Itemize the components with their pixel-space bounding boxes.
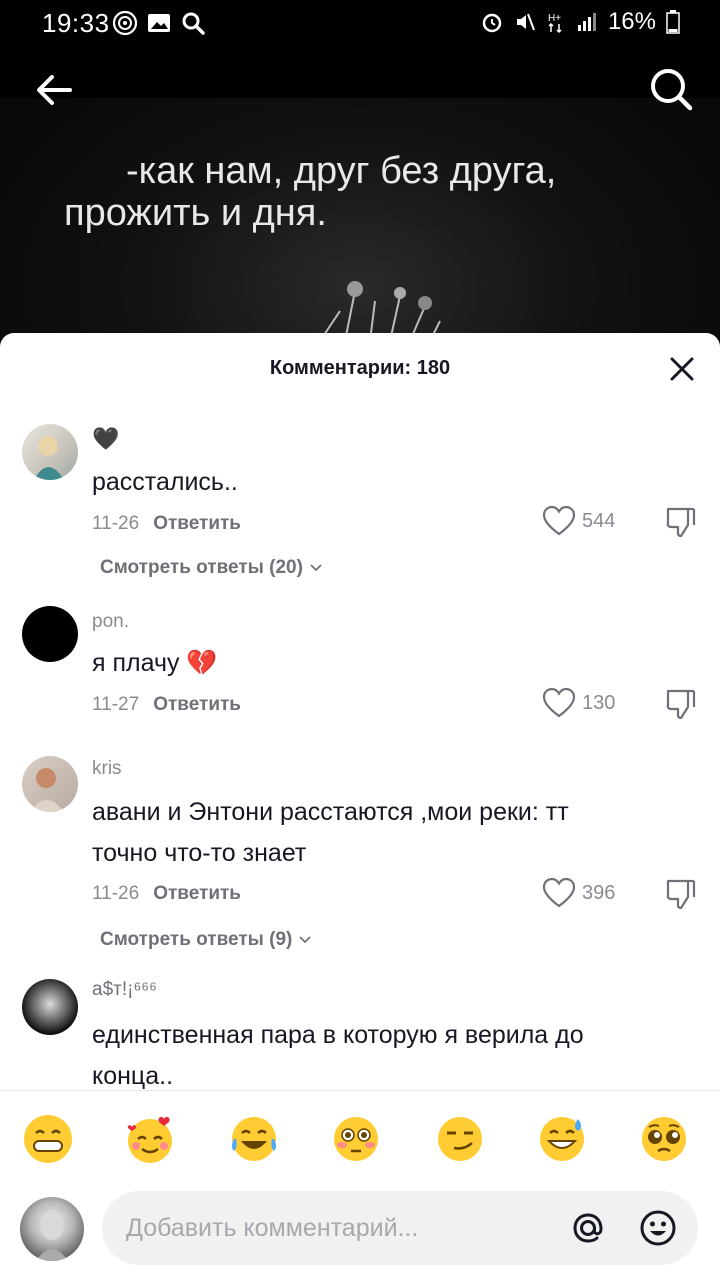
comments-header: Комментарии: 180	[0, 333, 720, 405]
dislike-icon[interactable]	[664, 877, 698, 911]
comment-input[interactable]	[126, 1209, 546, 1247]
like-count: 130	[582, 691, 616, 714]
status-left-icons	[112, 10, 206, 36]
reply-button[interactable]: Ответить	[153, 694, 241, 715]
comment-text: единственная пара в которую я верила до …	[92, 1021, 584, 1090]
comment-username[interactable]: kris	[92, 758, 122, 780]
comment-username[interactable]: 🖤	[92, 426, 119, 452]
avatar-image-icon	[34, 436, 64, 480]
comment-item: kris авани и Энтони расстаются ,мои реки…	[0, 755, 720, 955]
status-time: 19:33	[42, 8, 110, 38]
view-replies-button[interactable]: Смотреть ответы (9)	[100, 929, 312, 951]
heart-icon	[542, 687, 576, 718]
comment-meta: 11-27 Ответить	[92, 694, 241, 716]
comment-username[interactable]: pon.	[92, 611, 129, 633]
heart-icon	[542, 877, 576, 908]
chevron-down-icon	[299, 936, 312, 944]
comments-title: Комментарии: 180	[269, 357, 451, 379]
video-caption: -как нам, друг без друга, прожить и дня.	[64, 150, 664, 234]
mention-at-icon[interactable]	[568, 1208, 608, 1248]
fingerprint-icon	[112, 10, 138, 36]
flowers-decoration	[319, 281, 441, 341]
grin-sweat-emoji-icon[interactable]	[536, 1113, 588, 1165]
like-count: 396	[582, 881, 616, 904]
caption-line-1: -как нам, друг без друга,	[126, 150, 557, 192]
chevron-down-icon	[310, 564, 322, 572]
comment-input-box[interactable]	[102, 1191, 698, 1265]
flushed-emoji-icon[interactable]	[330, 1113, 382, 1165]
video-preview[interactable]: -как нам, друг без друга, прожить и дня.	[0, 46, 720, 346]
battery-percent: 16%	[607, 8, 656, 35]
network-icon: H+	[548, 13, 562, 34]
smiling-hearts-emoji-icon[interactable]	[124, 1113, 176, 1165]
comment-meta: 11-26 Ответить	[92, 513, 241, 535]
dislike-icon[interactable]	[664, 505, 698, 539]
dislike-icon[interactable]	[664, 687, 698, 721]
battery-icon	[666, 10, 680, 34]
tears-of-joy-emoji-icon[interactable]	[228, 1113, 280, 1165]
comment-composer	[0, 1090, 720, 1280]
view-replies-button[interactable]: Смотреть ответы (20)	[100, 557, 323, 579]
comment-text: я плачу 💔	[92, 649, 218, 677]
comment-text: расстались..	[92, 468, 238, 496]
grin-emoji-icon[interactable]	[22, 1113, 74, 1165]
close-icon[interactable]	[666, 353, 698, 385]
like-button[interactable]: 396	[542, 877, 615, 909]
status-right-icons: H+ 16%	[480, 8, 680, 36]
search-status-icon	[182, 12, 205, 35]
reply-button[interactable]: Ответить	[153, 513, 241, 534]
view-replies-label: Смотреть ответы (20)	[100, 557, 303, 578]
back-arrow-icon[interactable]	[32, 68, 76, 112]
avatar[interactable]	[22, 606, 78, 662]
signal-icon	[577, 13, 596, 31]
gallery-icon	[148, 14, 170, 32]
comment-item: a$т!¡⁶⁶⁶ единственная пара в которую я в…	[0, 979, 720, 1090]
alarm-icon	[482, 13, 502, 33]
caption-line-2: прожить и дня.	[64, 192, 327, 234]
comment-date: 11-26	[92, 513, 140, 534]
comment-date: 11-27	[92, 694, 140, 715]
like-button[interactable]: 544	[542, 505, 615, 537]
comment-item: pon. я плачу 💔 11-27 Ответить 130	[0, 603, 720, 733]
like-count: 544	[582, 509, 616, 532]
avatar[interactable]	[22, 979, 78, 1035]
comment-text: авани и Энтони расстаются ,мои реки: тт …	[92, 798, 569, 867]
quick-emoji-bar	[0, 1113, 720, 1173]
comment-meta: 11-26 Ответить	[92, 883, 241, 905]
pleading-emoji-icon[interactable]	[638, 1113, 690, 1165]
like-button[interactable]: 130	[542, 687, 615, 719]
search-icon[interactable]	[648, 66, 694, 112]
comment-username[interactable]: a$т!¡⁶⁶⁶	[92, 979, 157, 1001]
avatar[interactable]	[22, 424, 78, 480]
avatar-image-icon	[36, 1210, 68, 1261]
status-bar: 19:33 H+ 16%	[0, 0, 720, 46]
view-replies-label: Смотреть ответы (9)	[100, 929, 293, 950]
video-top-bar	[0, 46, 720, 98]
mute-icon	[516, 13, 535, 31]
comment-date: 11-26	[92, 883, 140, 904]
svg-text:H+: H+	[548, 13, 561, 24]
heart-icon	[542, 505, 576, 536]
reply-button[interactable]: Ответить	[153, 883, 241, 904]
comment-input-row	[0, 1189, 720, 1269]
comment-item: 🖤 расстались.. 11-26 Ответить 544 Смотрет…	[0, 421, 720, 591]
avatar-image-icon	[30, 768, 64, 812]
emoji-picker-icon[interactable]	[638, 1208, 678, 1248]
my-avatar[interactable]	[20, 1197, 84, 1261]
avatar[interactable]	[22, 756, 78, 812]
smirk-emoji-icon[interactable]	[434, 1113, 486, 1165]
